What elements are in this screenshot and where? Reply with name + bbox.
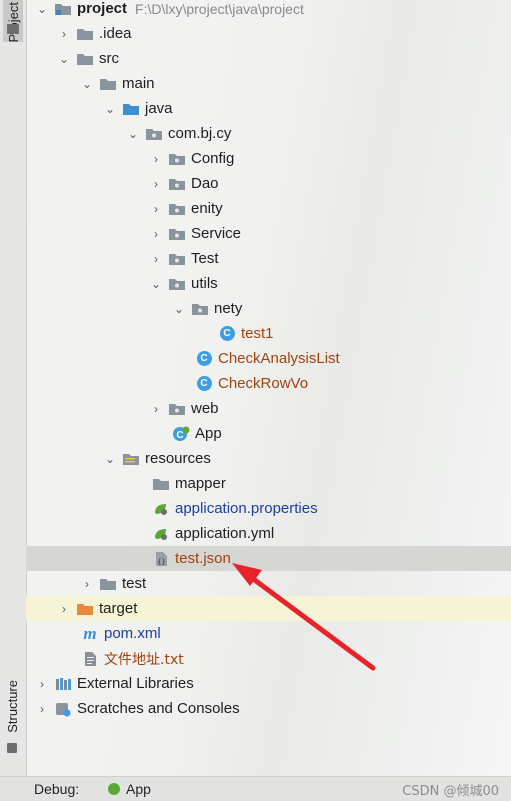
debug-label: Debug:: [34, 781, 80, 797]
spring-boot-icon: [108, 783, 120, 795]
watermark: CSDN @倾城00: [402, 784, 499, 799]
debug-config-label: App: [126, 781, 151, 797]
debug-config-tab[interactable]: App: [108, 781, 151, 797]
annotation-arrow: [232, 563, 376, 671]
